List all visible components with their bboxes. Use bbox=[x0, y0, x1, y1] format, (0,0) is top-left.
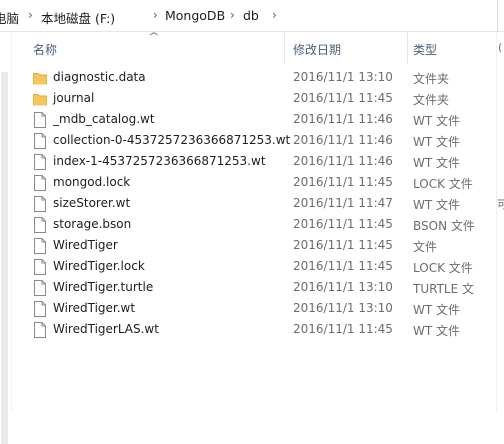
file-icon bbox=[33, 154, 47, 170]
file-modified-date: 2016/11/1 13:10 bbox=[293, 70, 393, 84]
file-name[interactable]: _mdb_catalog.wt bbox=[53, 112, 155, 126]
file-row[interactable]: WiredTigerLAS.wt 2016/11/1 11:45 WT 文件 bbox=[12, 319, 504, 340]
column-header-bar: ^ 名称 修改日期 类型 bbox=[12, 32, 504, 64]
file-name[interactable]: WiredTiger.turtle bbox=[53, 280, 153, 294]
file-modified-date: 2016/11/1 11:45 bbox=[293, 175, 393, 189]
file-modified-date: 2016/11/1 11:45 bbox=[293, 238, 393, 252]
breadcrumb-this-pc[interactable]: 电脑 bbox=[0, 8, 19, 27]
file-name[interactable]: WiredTigerLAS.wt bbox=[53, 322, 159, 336]
file-modified-date: 2016/11/1 11:46 bbox=[293, 133, 393, 147]
file-row[interactable]: collection-0-4537257236366871253.wt 2016/… bbox=[12, 130, 504, 151]
file-type: WT 文件 bbox=[413, 198, 461, 212]
address-bar-divider bbox=[497, 0, 498, 32]
file-modified-date: 2016/11/1 13:10 bbox=[293, 301, 393, 315]
file-row[interactable]: storage.bson 2016/11/1 11:45 BSON 文件 bbox=[12, 214, 504, 235]
sort-ascending-icon: ^ bbox=[147, 32, 160, 42]
file-icon bbox=[33, 280, 47, 296]
file-name[interactable]: sizeStorer.wt bbox=[53, 196, 130, 210]
file-name[interactable]: index-1-4537257236366871253.wt bbox=[53, 154, 266, 168]
file-row[interactable]: WiredTiger.turtle 2016/11/1 13:10 TURTLE 文 bbox=[12, 277, 504, 298]
file-modified-date: 2016/11/1 11:46 bbox=[293, 112, 393, 126]
breadcrumb-separator-icon[interactable]: › bbox=[153, 8, 158, 22]
column-header-type[interactable]: 类型 bbox=[413, 41, 437, 58]
file-name[interactable]: journal bbox=[53, 91, 94, 105]
file-row[interactable]: WiredTiger.lock 2016/11/1 11:45 LOCK 文件 bbox=[12, 256, 504, 277]
file-type: WT 文件 bbox=[413, 324, 461, 338]
file-type: 文件 bbox=[413, 240, 438, 254]
file-type: 文件夹 bbox=[413, 72, 450, 86]
file-row[interactable]: _mdb_catalog.wt 2016/11/1 11:46 WT 文件 bbox=[12, 109, 504, 130]
file-icon bbox=[33, 217, 47, 233]
file-name[interactable]: storage.bson bbox=[53, 217, 131, 231]
file-icon bbox=[33, 301, 47, 317]
file-modified-date: 2016/11/1 11:45 bbox=[293, 322, 393, 336]
file-modified-date: 2016/11/1 11:45 bbox=[293, 259, 393, 273]
file-list: ^ 名称 修改日期 类型 diagnostic.data 2016/11/1 13… bbox=[12, 32, 504, 412]
file-type: WT 文件 bbox=[413, 114, 461, 128]
file-row[interactable]: diagnostic.data 2016/11/1 13:10 文件夹 bbox=[12, 67, 504, 88]
breadcrumb-mongodb[interactable]: MongoDB bbox=[165, 8, 225, 23]
column-header-name[interactable]: 名称 bbox=[33, 41, 57, 58]
file-icon bbox=[33, 133, 47, 149]
file-icon bbox=[33, 259, 47, 275]
file-icon bbox=[33, 238, 47, 254]
file-type: BSON 文件 bbox=[413, 219, 475, 233]
file-row[interactable]: journal 2016/11/1 11:45 文件夹 bbox=[12, 88, 504, 109]
file-row[interactable]: WiredTiger 2016/11/1 11:45 文件 bbox=[12, 235, 504, 256]
column-divider[interactable] bbox=[284, 32, 285, 64]
file-name[interactable]: WiredTiger bbox=[53, 238, 118, 252]
navigation-pane-scrollbar[interactable] bbox=[1, 72, 8, 444]
file-name[interactable]: collection-0-4537257236366871253.wt bbox=[53, 133, 290, 147]
file-type: 文件夹 bbox=[413, 93, 450, 107]
breadcrumb-drive-f[interactable]: 本地磁盘 (F:) bbox=[41, 8, 115, 27]
file-type: WT 文件 bbox=[413, 135, 461, 149]
file-type: LOCK 文件 bbox=[413, 177, 473, 191]
file-row[interactable]: sizeStorer.wt 2016/11/1 11:47 WT 文件 bbox=[12, 193, 504, 214]
file-name[interactable]: mongod.lock bbox=[53, 175, 130, 189]
details-pane-glyph-top: ( bbox=[498, 41, 503, 54]
breadcrumb-separator-icon[interactable]: › bbox=[272, 8, 277, 22]
details-pane-glyph-mid: 可 bbox=[497, 198, 504, 211]
folder-icon bbox=[33, 91, 47, 107]
file-modified-date: 2016/11/1 11:46 bbox=[293, 154, 393, 168]
breadcrumb-separator-icon[interactable]: › bbox=[230, 8, 235, 22]
file-icon bbox=[33, 322, 47, 338]
file-type: WT 文件 bbox=[413, 156, 461, 170]
navigation-pane[interactable] bbox=[0, 32, 12, 444]
folder-icon bbox=[33, 70, 47, 86]
file-name[interactable]: WiredTiger.lock bbox=[53, 259, 145, 273]
file-row[interactable]: WiredTiger.wt 2016/11/1 13:10 WT 文件 bbox=[12, 298, 504, 319]
file-name[interactable]: diagnostic.data bbox=[53, 70, 146, 84]
file-row[interactable]: mongod.lock 2016/11/1 11:45 LOCK 文件 bbox=[12, 172, 504, 193]
file-name[interactable]: WiredTiger.wt bbox=[53, 301, 135, 315]
file-modified-date: 2016/11/1 11:47 bbox=[293, 196, 393, 210]
file-icon bbox=[33, 196, 47, 212]
file-type: TURTLE 文 bbox=[413, 282, 474, 296]
column-header-date[interactable]: 修改日期 bbox=[293, 41, 341, 58]
details-pane-edge: ( 可 bbox=[496, 32, 504, 412]
file-type: WT 文件 bbox=[413, 303, 461, 317]
file-modified-date: 2016/11/1 13:10 bbox=[293, 280, 393, 294]
file-icon bbox=[33, 175, 47, 191]
file-modified-date: 2016/11/1 11:45 bbox=[293, 217, 393, 231]
address-bar[interactable]: 电脑 › 本地磁盘 (F:) › MongoDB › db › bbox=[0, 0, 504, 32]
breadcrumb-db[interactable]: db bbox=[243, 8, 259, 23]
file-modified-date: 2016/11/1 11:45 bbox=[293, 91, 393, 105]
breadcrumb-separator-icon[interactable]: › bbox=[28, 8, 33, 22]
file-row[interactable]: index-1-4537257236366871253.wt 2016/11/1 … bbox=[12, 151, 504, 172]
column-divider[interactable] bbox=[407, 32, 408, 64]
file-type: LOCK 文件 bbox=[413, 261, 473, 275]
file-icon bbox=[33, 112, 47, 128]
